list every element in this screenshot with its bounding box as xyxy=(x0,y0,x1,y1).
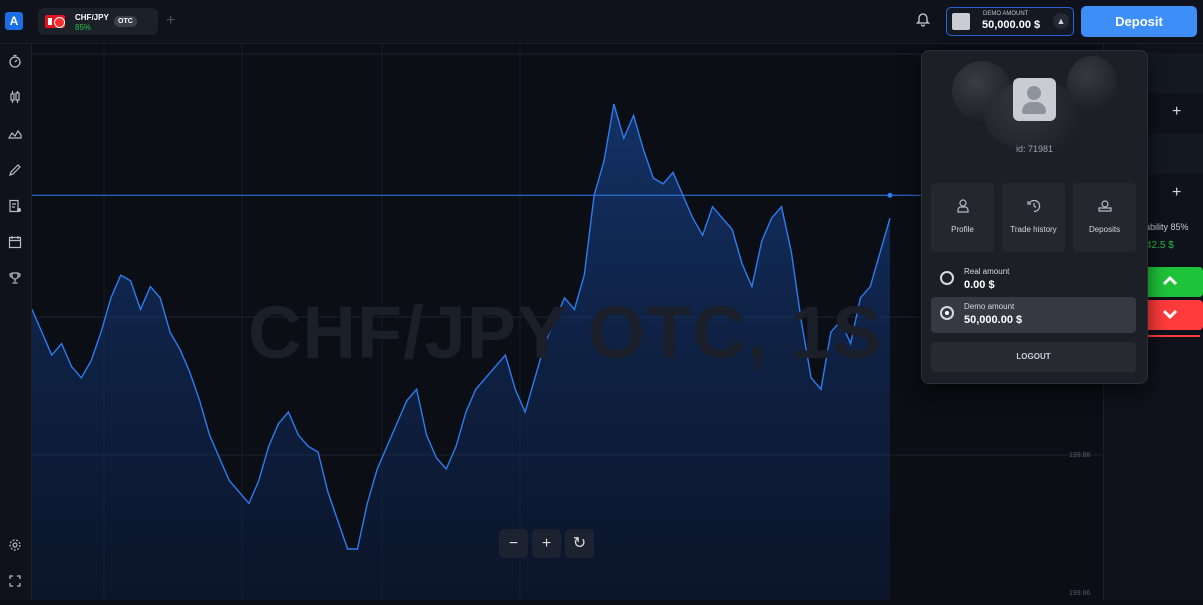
price-tick-label: 199.88 xyxy=(1069,452,1091,459)
reset-zoom-button[interactable]: ↻ xyxy=(565,529,594,558)
app-logo[interactable]: A xyxy=(5,12,23,30)
account-balance: 50,000.00 $ xyxy=(982,19,1041,31)
trade-history-tile[interactable]: Trade history xyxy=(1002,183,1065,252)
time-increase-button[interactable]: + xyxy=(1172,103,1181,121)
chevron-up-icon xyxy=(1162,275,1178,286)
tile-label: Deposits xyxy=(1088,225,1121,234)
chart-watermark: CHF/JPY OTC, 1S xyxy=(248,291,883,374)
deposits-icon xyxy=(1073,199,1136,216)
radio-unselected-icon[interactable] xyxy=(940,271,954,285)
asset-payout: 85% xyxy=(75,23,92,32)
account-option-value: 0.00 $ xyxy=(964,279,995,291)
asset-tab[interactable]: CHF/JPY 85% OTC xyxy=(38,8,158,35)
profitability-label: ability 85% xyxy=(1145,222,1189,232)
account-dropdown: id: 71981 Profile Trade history Deposits… xyxy=(921,50,1148,384)
chevron-down-icon xyxy=(1162,309,1178,320)
settings-icon[interactable] xyxy=(8,538,22,552)
tile-label: Profile xyxy=(951,225,974,234)
tile-label: Trade history xyxy=(1010,225,1057,234)
coin-decoration xyxy=(1067,56,1117,111)
chevron-up-icon[interactable]: ▲ xyxy=(1053,13,1069,29)
calendar-icon[interactable] xyxy=(8,235,22,249)
account-option-value: 50,000.00 $ xyxy=(964,314,1023,326)
avatar xyxy=(1013,78,1056,121)
chart-area-icon[interactable] xyxy=(7,126,22,140)
add-asset-tab-button[interactable]: + xyxy=(166,12,175,30)
history-icon xyxy=(1002,199,1065,216)
radio-selected-icon[interactable] xyxy=(940,306,954,320)
candles-icon[interactable] xyxy=(8,90,22,104)
real-account-option[interactable]: Real amount 0.00 $ xyxy=(931,262,1136,298)
account-switcher[interactable]: DEMO AMOUNT 50,000.00 $ ▲ xyxy=(946,7,1074,36)
fullscreen-icon[interactable] xyxy=(8,574,22,588)
asset-name: CHF/JPY xyxy=(75,13,109,22)
profile-icon xyxy=(931,199,994,216)
price-tick-label: 199.86 xyxy=(1069,590,1091,597)
avatar xyxy=(952,13,970,30)
otc-badge: OTC xyxy=(114,16,137,27)
amount-increase-button[interactable]: + xyxy=(1172,184,1181,202)
zoom-in-button[interactable]: + xyxy=(532,529,561,558)
drawing-pen-icon[interactable] xyxy=(8,163,22,177)
demo-account-option[interactable]: Demo amount 50,000.00 $ xyxy=(931,297,1136,333)
trophy-icon[interactable] xyxy=(8,271,22,285)
profile-tile[interactable]: Profile xyxy=(931,183,994,252)
logout-button[interactable]: LOGOUT xyxy=(931,342,1136,372)
bell-icon[interactable] xyxy=(915,12,931,28)
chf-jpy-flag-icon xyxy=(45,15,65,28)
account-label: DEMO AMOUNT xyxy=(983,11,1029,17)
current-price-dot xyxy=(887,192,893,198)
trades-list-icon[interactable] xyxy=(8,199,22,213)
timer-icon[interactable] xyxy=(8,54,22,68)
profit-value: 42.5 $ xyxy=(1146,240,1174,251)
user-id: id: 71981 xyxy=(1015,144,1054,154)
deposits-tile[interactable]: Deposits xyxy=(1073,183,1136,252)
zoom-out-button[interactable]: − xyxy=(499,529,528,558)
account-option-label: Real amount xyxy=(964,267,1010,276)
account-option-label: Demo amount xyxy=(964,302,1015,311)
deposit-button[interactable]: Deposit xyxy=(1081,6,1197,37)
